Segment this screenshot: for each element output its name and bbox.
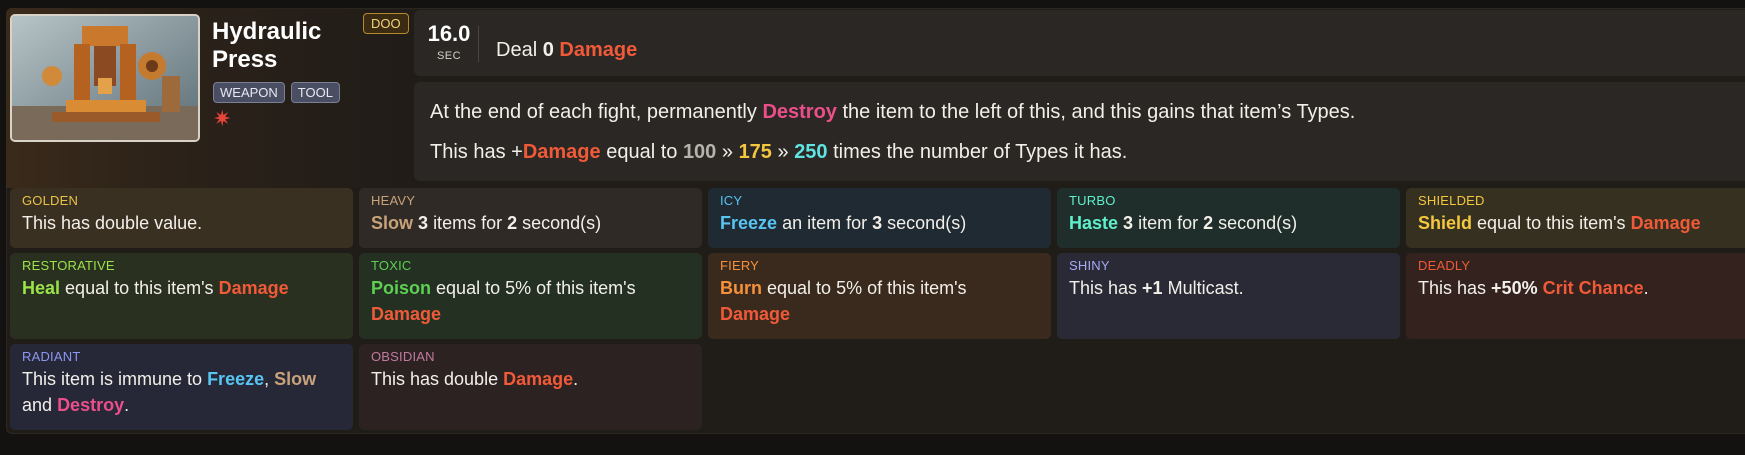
burst-icon: ✷: [213, 106, 232, 131]
cooldown-row: 16.0 SEC Deal 0 Damage: [414, 10, 1745, 76]
item-tags: WEAPON TOOL: [213, 82, 340, 103]
description-line-1: At the end of each fight, permanently De…: [430, 101, 1356, 123]
item-name: Hydraulic Press: [212, 18, 322, 73]
description-box: At the end of each fight, permanently De…: [414, 82, 1745, 181]
enchant-radiant: RADIANT This item is immune to Freeze, S…: [10, 344, 353, 430]
tier-value-bronze: 100: [682, 141, 717, 163]
hydraulic-press-illustration: [10, 14, 200, 142]
cooldown-divider: [478, 26, 479, 62]
effect-text: Deal 0 Damage: [496, 38, 637, 62]
destroy-keyword: Destroy: [762, 101, 837, 123]
description-line-2: This has +Damage equal to 100 » 175 » 25…: [430, 141, 1128, 163]
enchant-deadly: DEADLY This has +50% Crit Chance.: [1406, 253, 1745, 339]
item-image: [12, 16, 198, 140]
damage-keyword: Damage: [522, 141, 601, 163]
tier-value-diamond: 250: [794, 141, 828, 163]
effect-prefix: Deal: [496, 39, 538, 61]
enchant-shiny: SHINY This has +1 Multicast.: [1057, 253, 1400, 339]
enchant-heavy: HEAVY Slow 3 items for 2 second(s): [359, 188, 702, 248]
enchant-obsidian: OBSIDIAN This has double Damage.: [359, 344, 702, 430]
enchant-fiery: FIERY Burn equal to 5% of this item's Da…: [708, 253, 1051, 339]
enchant-shielded: SHIELDED Shield equal to this item's Dam…: [1406, 188, 1745, 248]
enchant-icy: ICY Freeze an item for 3 second(s): [708, 188, 1051, 248]
enchant-restorative: RESTORATIVE Heal equal to this item's Da…: [10, 253, 353, 339]
cooldown-unit: SEC: [436, 50, 462, 62]
tag-weapon: WEAPON: [213, 82, 285, 103]
enchant-turbo: TURBO Haste 3 item for 2 second(s): [1057, 188, 1400, 248]
item-badge: DOO: [363, 13, 409, 34]
effect-damage-keyword: Damage: [559, 39, 638, 61]
tag-tool: TOOL: [290, 82, 340, 103]
enchant-toxic: TOXIC Poison equal to 5% of this item's …: [359, 253, 702, 339]
cooldown-value: 16.0: [427, 21, 471, 46]
effect-amount: 0: [542, 39, 554, 61]
tier-value-gold: 175: [738, 141, 772, 163]
enchant-golden: GOLDEN This has double value.: [10, 188, 353, 248]
